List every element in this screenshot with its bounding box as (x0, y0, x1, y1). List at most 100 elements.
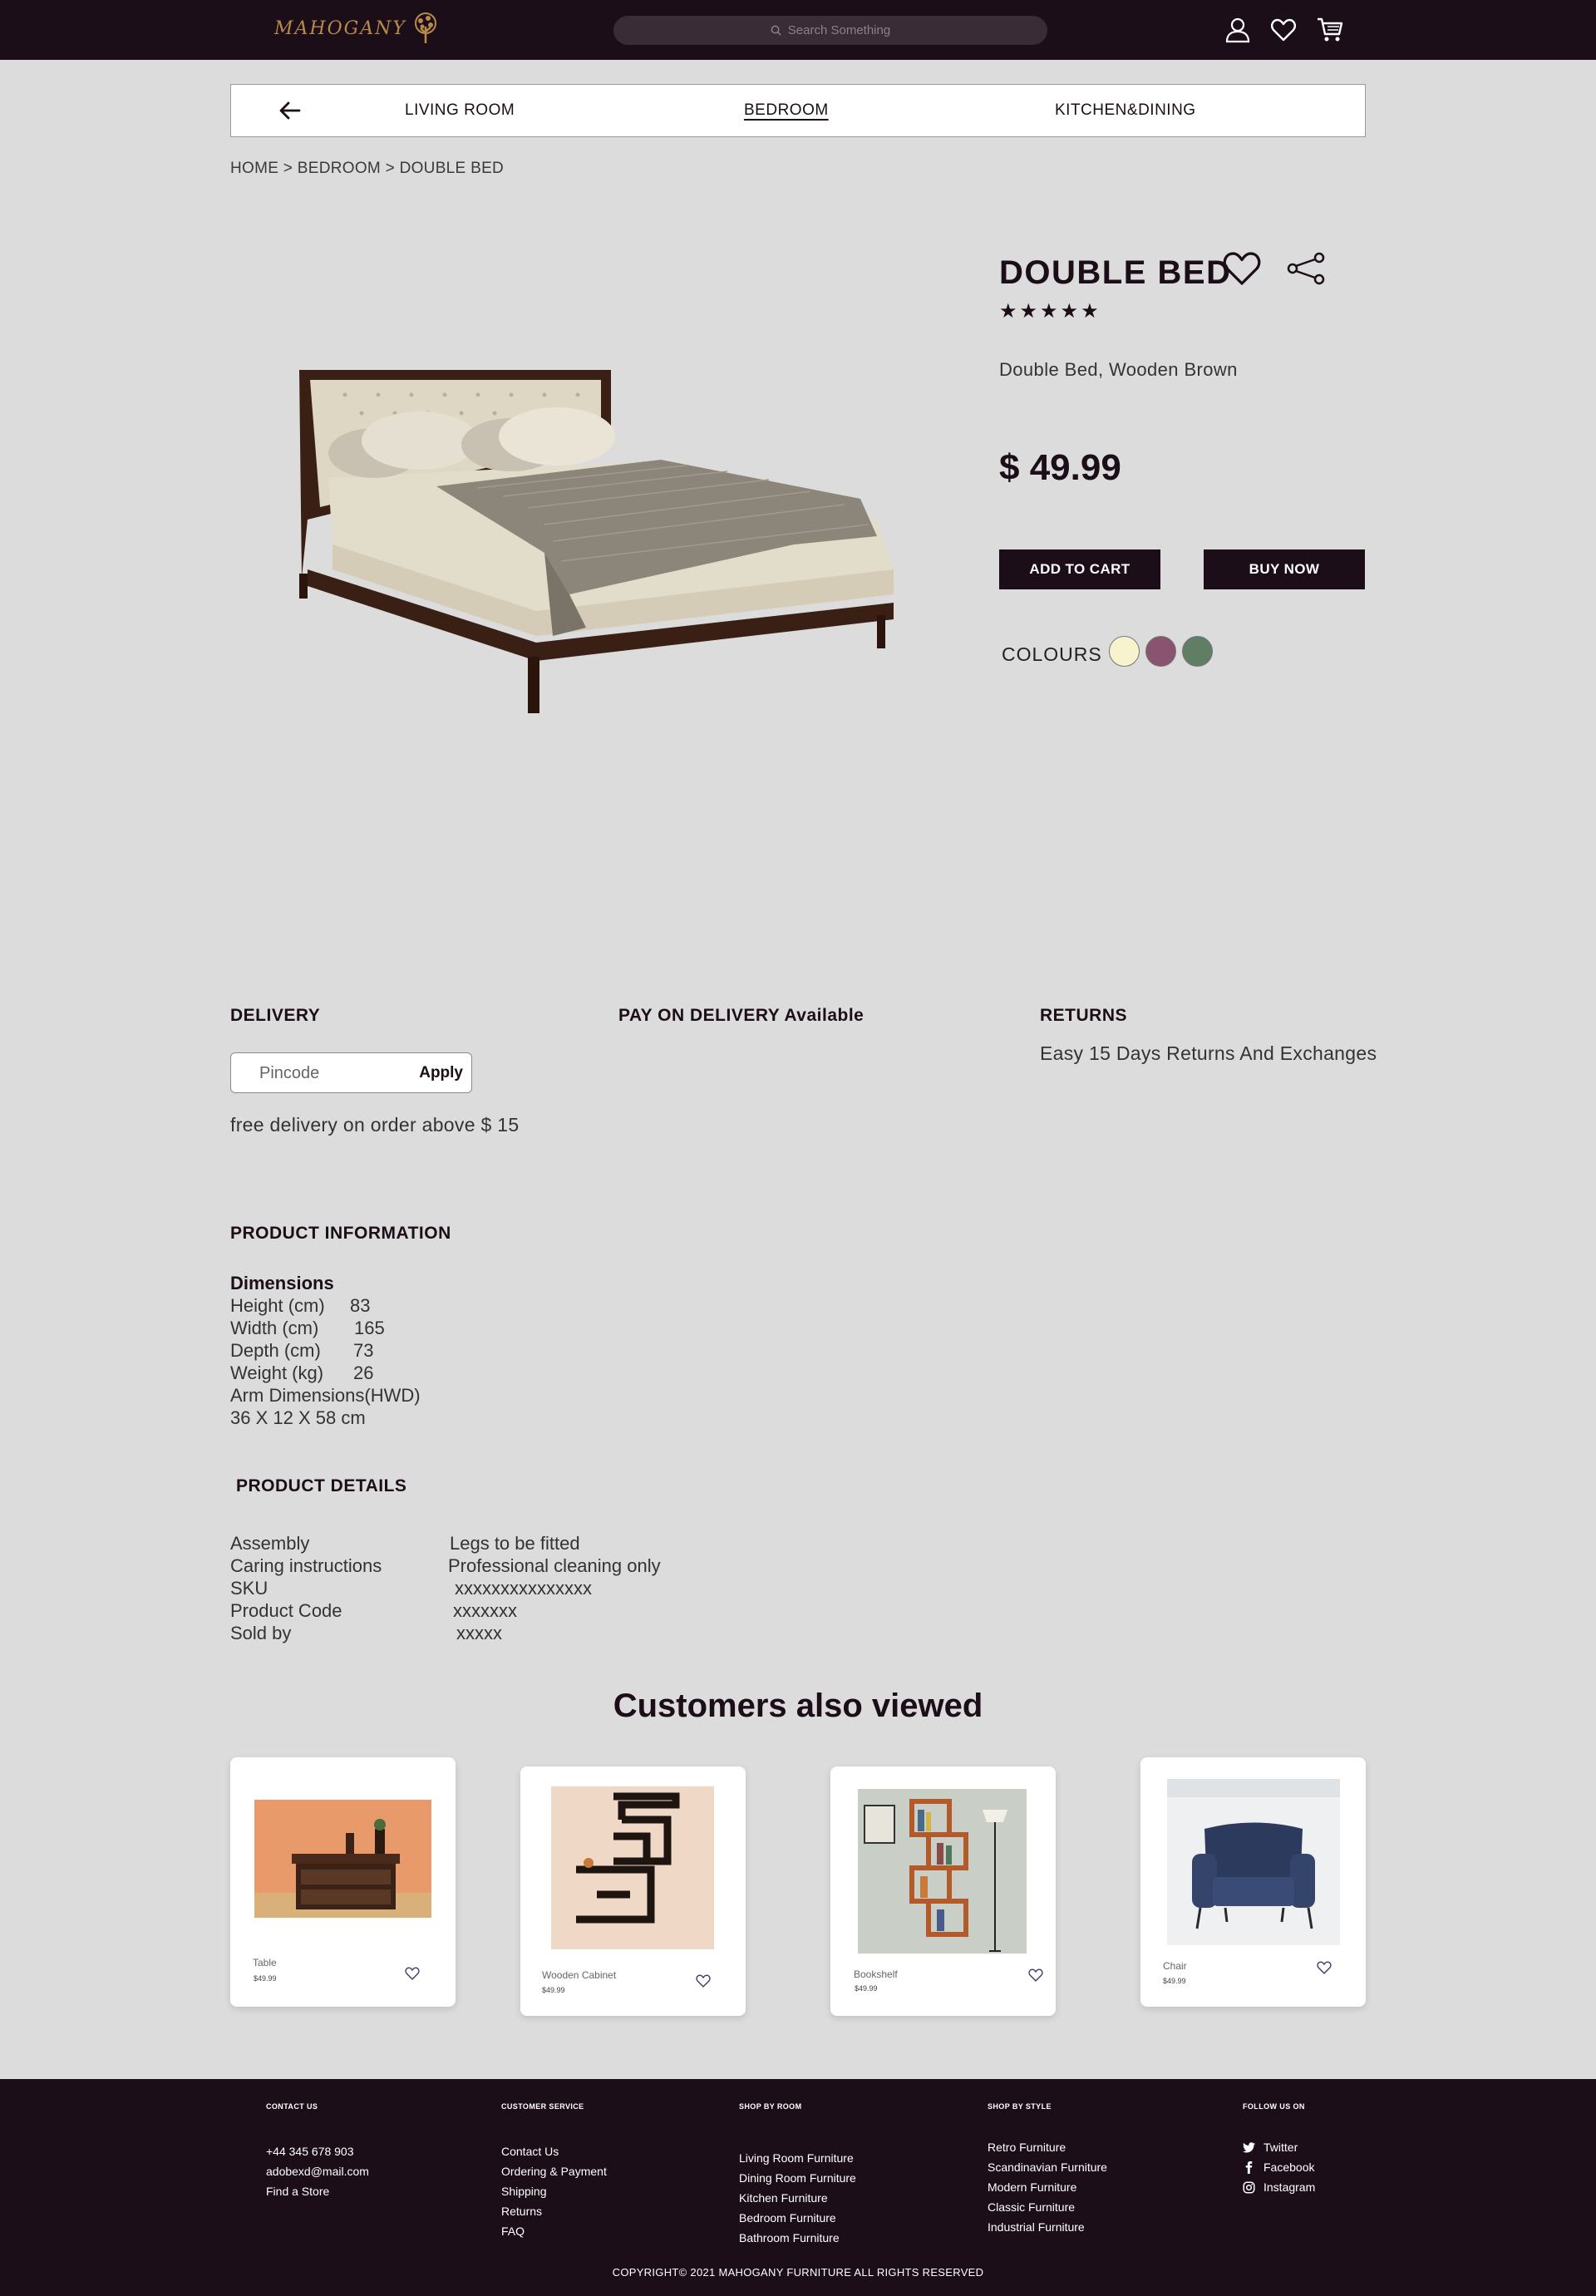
buy-now-button[interactable]: BUY NOW (1204, 549, 1365, 589)
footer-link[interactable]: Retro Furniture (988, 2137, 1107, 2157)
chair-thumbnail (1167, 1779, 1340, 1945)
also-viewed-title: Customers also viewed (613, 1688, 983, 1724)
footer-phone[interactable]: +44 345 678 903 (266, 2141, 369, 2161)
tab-kitchen-dining[interactable]: KITCHEN&DINING (1055, 101, 1196, 120)
heart-icon[interactable] (1267, 13, 1300, 47)
footer-link[interactable]: Kitchen Furniture (739, 2188, 856, 2208)
facebook-link[interactable]: Facebook (1243, 2157, 1315, 2177)
cabinet-thumbnail (551, 1786, 714, 1949)
arm-dimensions-value: 36 X 12 X 58 cm (230, 1407, 366, 1428)
instagram-icon (1243, 2181, 1255, 2193)
tab-bedroom[interactable]: BEDROOM (744, 101, 829, 120)
detail-value: Professional cleaning only (448, 1555, 661, 1576)
product-description: Double Bed, Wooden Brown (999, 359, 1238, 380)
footer-contact-list: +44 345 678 903 adobexd@mail.com Find a … (266, 2141, 369, 2201)
footer-link[interactable]: Contact Us (501, 2141, 607, 2161)
product-card-table[interactable]: Table $49.99 (230, 1757, 456, 2007)
footer-link[interactable]: Industrial Furniture (988, 2217, 1107, 2237)
twitter-icon (1243, 2141, 1255, 2152)
breadcrumb[interactable]: HOME > BEDROOM > DOUBLE BED (230, 160, 504, 178)
pincode-field[interactable]: Pincode Apply (230, 1052, 472, 1093)
logo[interactable]: MAHOGANY (274, 12, 441, 45)
footer-room-list: Living Room Furniture Dining Room Furnit… (739, 2148, 856, 2248)
product-details-heading: PRODUCT DETAILS (236, 1476, 407, 1495)
search-icon (771, 25, 781, 36)
card-product-price: $49.99 (1163, 1977, 1186, 1985)
card-product-name: Bookshelf (854, 1968, 898, 1980)
footer-style-heading: SHOP BY STYLE (988, 2102, 1052, 2111)
search-input[interactable]: Search Something (613, 16, 1047, 45)
footer-link[interactable]: Ordering & Payment (501, 2161, 607, 2181)
footer-email[interactable]: adobexd@mail.com (266, 2161, 369, 2181)
detail-value: xxxxxxxxxxxxxxx (455, 1578, 592, 1599)
category-nav: LIVING ROOM BEDROOM KITCHEN&DINING (230, 84, 1366, 137)
footer-service-list: Contact Us Ordering & Payment Shipping R… (501, 2141, 607, 2241)
instagram-label: Instagram (1264, 2180, 1316, 2194)
footer-contact-heading: CONTACT US (266, 2102, 318, 2111)
dimensions-label: Dimensions (230, 1273, 334, 1293)
tab-living-room[interactable]: LIVING ROOM (405, 101, 515, 120)
footer: CONTACT US +44 345 678 903 adobexd@mail.… (0, 2079, 1596, 2296)
footer-link[interactable]: Living Room Furniture (739, 2148, 856, 2168)
product-card-bookshelf[interactable]: Bookshelf $49.99 (830, 1766, 1056, 2016)
footer-link[interactable]: Scandinavian Furniture (988, 2157, 1107, 2177)
dim-label: Height (cm) (230, 1295, 325, 1316)
footer-link[interactable]: Bathroom Furniture (739, 2228, 856, 2248)
detail-label: Assembly (230, 1533, 310, 1554)
footer-link[interactable]: Modern Furniture (988, 2177, 1107, 2197)
card-heart-icon[interactable] (1317, 1961, 1332, 1978)
tree-logo-icon (414, 12, 436, 43)
dim-value: 26 (353, 1362, 374, 1383)
colour-swatch-green[interactable] (1182, 636, 1213, 667)
back-arrow-icon[interactable] (279, 100, 301, 126)
dimensions-block: Dimensions Height (cm) 83 Width (cm) 165 D… (230, 1272, 421, 1429)
product-title: DOUBLE BED (999, 254, 1232, 291)
card-product-name: Wooden Cabinet (542, 1969, 617, 1981)
detail-value: Legs to be fitted (450, 1533, 580, 1554)
product-card-chair[interactable]: Chair $49.99 (1140, 1757, 1366, 2007)
detail-value: xxxxxxx (453, 1600, 517, 1621)
product-card-wooden-cabinet[interactable]: Wooden Cabinet $49.99 (520, 1766, 746, 2016)
detail-label: Sold by (230, 1623, 292, 1643)
wishlist-heart-icon[interactable] (1222, 251, 1262, 290)
twitter-link[interactable]: Twitter (1243, 2137, 1315, 2157)
add-to-cart-button[interactable]: ADD TO CART (999, 549, 1160, 589)
footer-follow-heading: FOLLOW US ON (1243, 2102, 1305, 2111)
share-icon[interactable] (1286, 252, 1326, 289)
returns-heading: RETURNS (1040, 1006, 1128, 1025)
footer-link[interactable]: Bedroom Furniture (739, 2208, 856, 2228)
facebook-label: Facebook (1264, 2161, 1315, 2174)
arm-dimensions-label: Arm Dimensions(HWD) (230, 1385, 421, 1406)
card-heart-icon[interactable] (696, 1974, 711, 1992)
card-heart-icon[interactable] (1028, 1968, 1043, 1986)
apply-button[interactable]: Apply (419, 1064, 463, 1082)
footer-link[interactable]: Returns (501, 2201, 607, 2221)
card-heart-icon[interactable] (405, 1967, 420, 1984)
footer-find-store[interactable]: Find a Store (266, 2181, 369, 2201)
product-details-table: Assembly Legs to be fitted Caring instruc… (230, 1532, 661, 1644)
copyright: COPYRIGHT© 2021 MAHOGANY FURNITURE ALL R… (612, 2266, 984, 2279)
colour-swatch-plum[interactable] (1145, 636, 1176, 667)
footer-link[interactable]: Classic Furniture (988, 2197, 1107, 2217)
returns-text: Easy 15 Days Returns And Exchanges (1040, 1042, 1377, 1064)
user-icon[interactable] (1221, 13, 1254, 47)
product-price: $ 49.99 (999, 447, 1121, 488)
pincode-placeholder: Pincode (259, 1064, 320, 1082)
footer-service-heading: CUSTOMER SERVICE (501, 2102, 584, 2111)
footer-link[interactable]: Dining Room Furniture (739, 2168, 856, 2188)
card-product-price: $49.99 (254, 1974, 277, 1983)
footer-room-heading: SHOP BY ROOM (739, 2102, 802, 2111)
card-product-name: Table (253, 1957, 277, 1968)
cart-icon[interactable] (1313, 13, 1347, 47)
colour-swatch-cream[interactable] (1109, 636, 1140, 667)
pay-on-delivery-text: PAY ON DELIVERY Available (618, 1006, 864, 1025)
footer-link[interactable]: FAQ (501, 2221, 607, 2241)
product-image (295, 362, 902, 719)
dim-label: Depth (cm) (230, 1340, 321, 1361)
product-information-heading: PRODUCT INFORMATION (230, 1224, 451, 1243)
footer-link[interactable]: Shipping (501, 2181, 607, 2201)
card-product-price: $49.99 (855, 1984, 878, 1993)
instagram-link[interactable]: Instagram (1243, 2177, 1315, 2197)
logo-text: MAHOGANY (274, 17, 406, 39)
twitter-label: Twitter (1264, 2141, 1298, 2154)
